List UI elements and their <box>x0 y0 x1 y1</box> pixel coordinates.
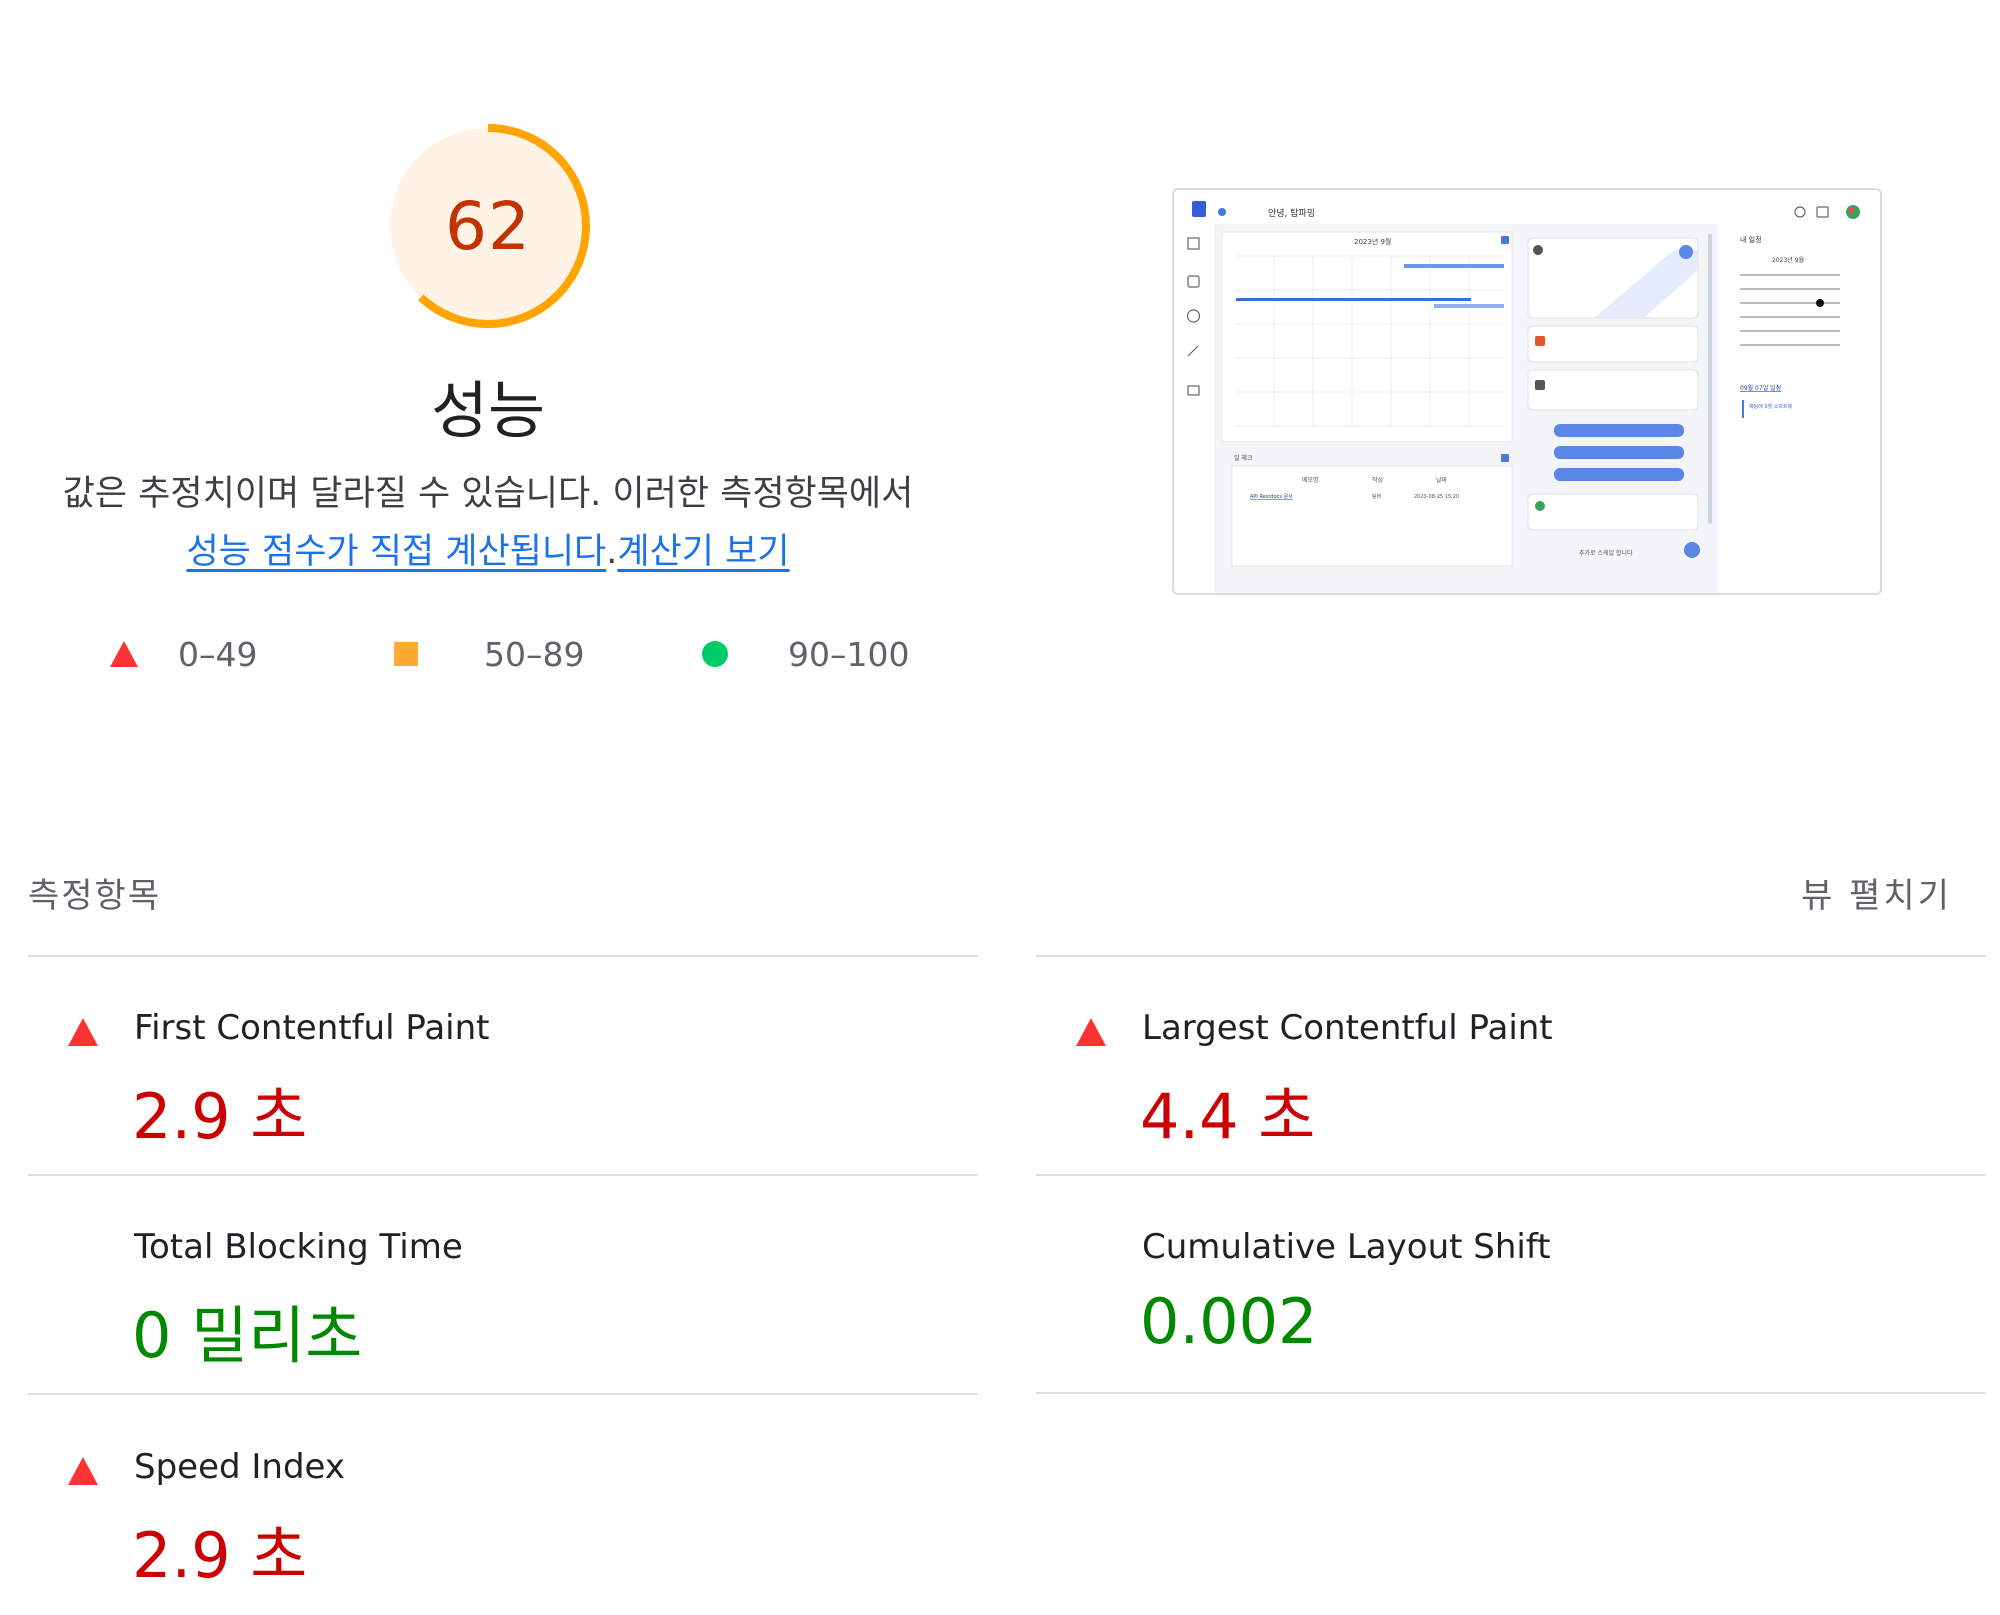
square-icon <box>394 642 418 666</box>
category-title: 성능 <box>430 374 546 447</box>
app-logo-icon <box>1192 201 1206 217</box>
thumb-table-header: 날짜 <box>1436 476 1448 484</box>
status-dot-icon <box>1218 208 1226 216</box>
event-bar <box>1404 264 1504 268</box>
fail-triangle-icon <box>68 1457 98 1485</box>
final-screenshot: 안녕, 탑파밍 2023년 9월 일 체크 메모명 작성 날짜 API Rest… <box>1172 188 1882 595</box>
expand-view-toggle[interactable]: 뷰 펼치기 <box>1801 868 1952 917</box>
metric-value: 0.002 <box>1140 1285 1318 1358</box>
metric-largest-contentful-paint: Largest Contentful Paint 4.4 초 <box>1036 956 1986 1176</box>
metric-name: Speed Index <box>134 1447 345 1487</box>
thumb-chat-footer: 추가로 스케일 합니다 <box>1579 549 1633 557</box>
circle-icon <box>702 641 728 667</box>
thumb-table-cell: 탐바 <box>1372 493 1382 500</box>
send-icon <box>1684 542 1700 558</box>
fail-triangle-icon <box>68 1018 98 1046</box>
compose-icon <box>1679 245 1693 259</box>
thumb-calendar-month: 2023년 9월 <box>1354 237 1391 246</box>
thumb-schedule-label: 09월 07일 일정 <box>1740 384 1781 392</box>
metric-value: 2.9 초 <box>132 1080 308 1153</box>
thumb-table-cell: API Restdocs 문서 <box>1250 493 1293 500</box>
metric-first-contentful-paint: First Contentful Paint 2.9 초 <box>28 956 978 1176</box>
calculator-link[interactable]: 계산기 보기 <box>617 532 789 572</box>
legend-range: 50–89 <box>484 634 585 674</box>
event-bar <box>1434 304 1504 308</box>
today-marker <box>1816 299 1824 307</box>
legend-range: 90–100 <box>788 634 910 674</box>
thumb-table-cell: 2023-08-25 15:20 <box>1414 494 1459 500</box>
metric-speed-index: Speed Index 2.9 초 <box>28 1395 978 1615</box>
metric-name: Largest Contentful Paint <box>1142 1008 1553 1048</box>
fail-triangle-icon <box>1076 1018 1106 1046</box>
thumb-table-header: 작성 <box>1372 476 1383 484</box>
thumb-side-title: 내 일정 <box>1740 235 1762 244</box>
score-description: 값은 추정치이며 달라질 수 있습니다. 이러한 측정항목에서 성능 점수가 직… <box>20 465 956 581</box>
event-bar <box>1236 298 1471 301</box>
thumb-greeting: 안녕, 탑파밍 <box>1268 207 1315 219</box>
score-calculation-link[interactable]: 성능 점수가 직접 계산됩니다 <box>186 532 606 572</box>
thumb-table-header: 메모명 <box>1302 476 1319 484</box>
legend-range: 0–49 <box>178 634 258 674</box>
add-event-icon <box>1501 236 1509 244</box>
metric-value: 2.9 초 <box>132 1519 308 1592</box>
thumb-schedule-item: 채팅에 9월 소프트웨 <box>1749 403 1793 410</box>
thumb-table-section: 일 체크 <box>1234 454 1253 462</box>
legend-average: 50–89 <box>394 632 584 676</box>
metric-value: 4.4 초 <box>1140 1080 1316 1153</box>
description-separator: . <box>606 532 618 572</box>
description-text: 값은 추정치이며 달라질 수 있습니다. 이러한 측정항목에서 <box>62 474 914 514</box>
thumb-mini-month: 2023년 9월 <box>1772 256 1804 264</box>
score-value: 62 <box>445 187 531 265</box>
metric-name: Total Blocking Time <box>134 1227 463 1267</box>
triangle-icon <box>110 641 138 667</box>
metrics-section-title: 측정항목 <box>28 876 162 916</box>
metric-name: Cumulative Layout Shift <box>1142 1227 1551 1267</box>
add-task-icon <box>1501 454 1509 462</box>
legend-pass: 90–100 <box>702 632 909 676</box>
metric-name: First Contentful Paint <box>134 1008 490 1048</box>
metric-value: 0 밀리초 <box>132 1299 363 1372</box>
divider <box>1036 1392 1986 1394</box>
metric-cumulative-layout-shift: Cumulative Layout Shift 0.002 <box>1036 1175 1986 1395</box>
metric-total-blocking-time: Total Blocking Time 0 밀리초 <box>28 1175 978 1395</box>
legend-fail: 0–49 <box>110 632 258 676</box>
